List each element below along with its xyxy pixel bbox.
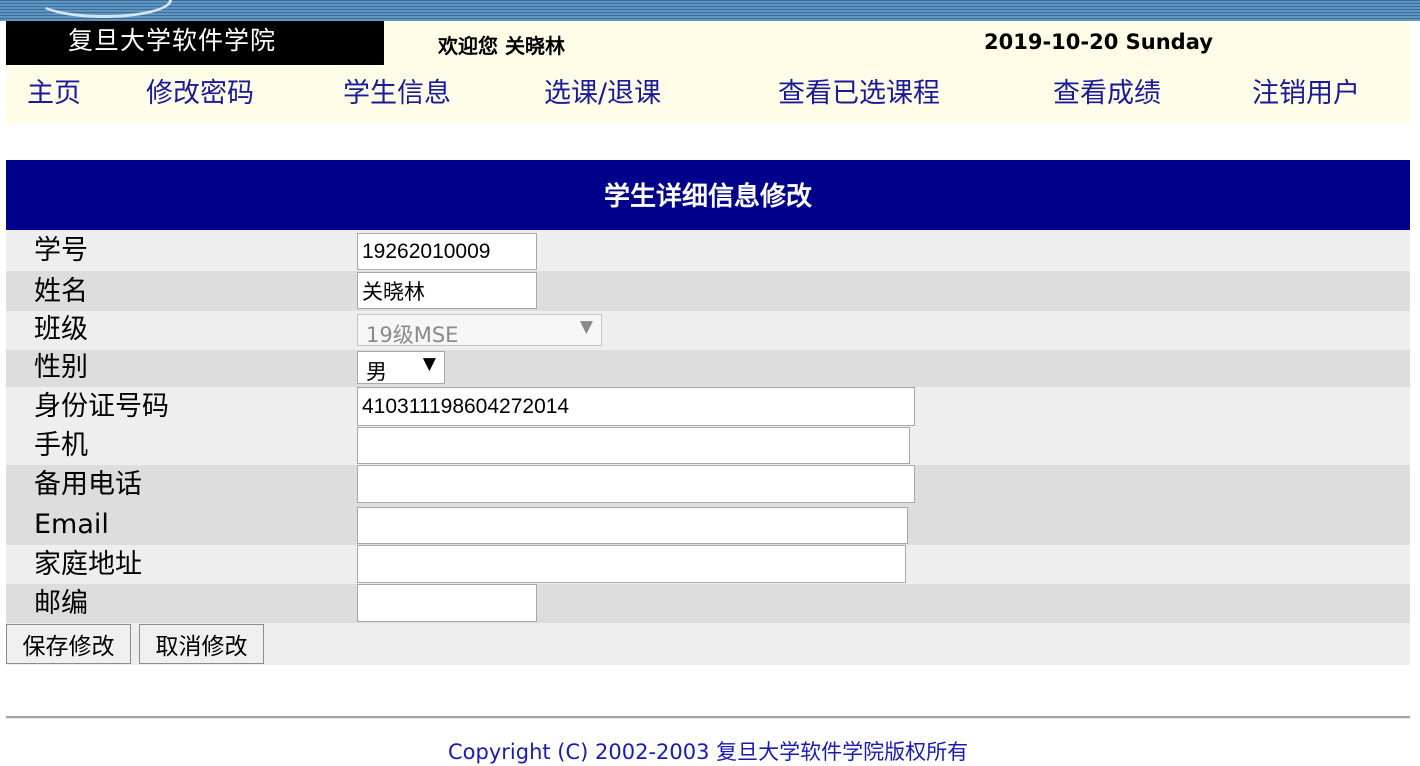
form-row-postcode [6, 584, 1410, 623]
chevron-down-icon: ▼ [422, 354, 436, 374]
form-row-gender [6, 350, 1410, 387]
id-card-label: 身份证号码 [34, 391, 169, 422]
chevron-down-icon: ▼ [579, 317, 593, 337]
email-label: Email [34, 509, 109, 540]
name-input[interactable] [357, 272, 537, 309]
student-id-label: 学号 [34, 235, 88, 266]
form-title: 学生详细信息修改 [603, 182, 812, 212]
backup-phone-label: 备用电话 [34, 469, 142, 500]
date-text: 2019-10-20 Sunday [984, 30, 1213, 54]
form-row-student-id [6, 230, 1410, 271]
student-id-input[interactable] [357, 233, 537, 270]
class-select: 19级MSE ▼ [357, 314, 602, 347]
banner-strip [0, 0, 1420, 21]
nav-change-password-link[interactable]: 修改密码 [146, 76, 254, 112]
form-row-name [6, 271, 1410, 311]
mobile-label: 手机 [34, 430, 88, 461]
nav-home-link[interactable]: 主页 [27, 76, 81, 112]
copyright-link[interactable]: Copyright (C) 2002-2003 复旦大学软件学院版权所有 [448, 736, 968, 766]
class-label: 班级 [34, 314, 88, 345]
email-input[interactable] [357, 507, 908, 544]
gender-select-value: 男 [366, 360, 387, 384]
nav-logout-link[interactable]: 注销用户 [1252, 76, 1360, 112]
logo-text: 复旦大学软件学院 [68, 26, 277, 55]
postcode-input[interactable] [357, 584, 537, 622]
save-button[interactable]: 保存修改 [6, 624, 131, 664]
nav-grades-link[interactable]: 查看成绩 [1053, 76, 1161, 112]
nav-student-info-link[interactable]: 学生信息 [343, 76, 451, 112]
gender-label: 性别 [34, 352, 88, 383]
name-label: 姓名 [34, 276, 88, 307]
page: 复旦大学软件学院 欢迎您 关晓林 2019-10-20 Sunday 主页 修改… [0, 0, 1420, 766]
cancel-button[interactable]: 取消修改 [139, 624, 264, 664]
footer-divider [6, 716, 1410, 719]
form-row-class [6, 311, 1410, 350]
nav-selected-courses-link[interactable]: 查看已选课程 [778, 76, 940, 112]
home-address-input[interactable] [357, 545, 906, 583]
banner-swoosh-decoration [36, 0, 172, 18]
class-select-value: 19级MSE [366, 323, 459, 347]
gender-select[interactable]: 男 ▼ [357, 351, 445, 384]
home-address-label: 家庭地址 [34, 549, 142, 580]
postcode-label: 邮编 [34, 588, 88, 619]
welcome-text: 欢迎您 关晓林 [438, 34, 565, 58]
backup-phone-input[interactable] [357, 465, 915, 503]
id-card-input[interactable] [357, 387, 915, 426]
mobile-input[interactable] [357, 427, 910, 464]
nav-course-select-link[interactable]: 选课/退课 [544, 76, 661, 112]
